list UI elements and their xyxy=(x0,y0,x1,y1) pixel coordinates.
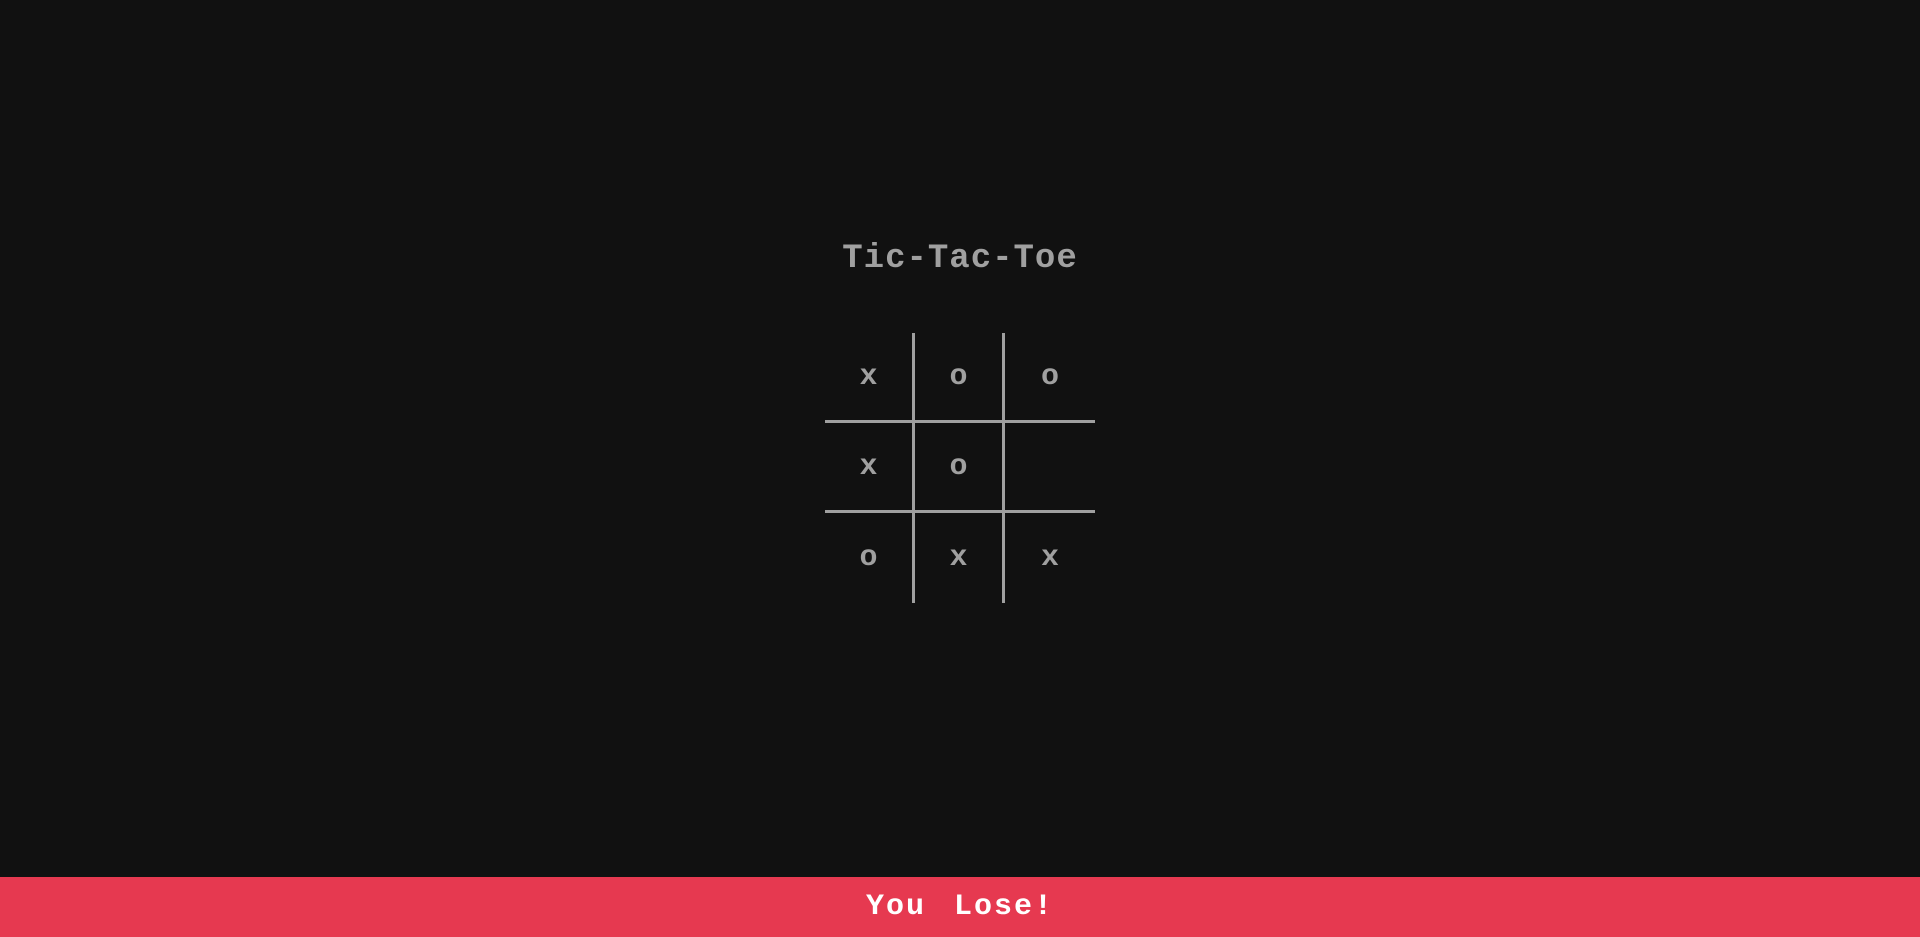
cell-0-0[interactable]: x xyxy=(825,333,915,423)
game-board: x o o x o o x x xyxy=(825,333,1095,603)
cell-2-2[interactable]: x xyxy=(1005,513,1095,603)
cell-2-1[interactable]: x xyxy=(915,513,1005,603)
status-bar: You Lose! xyxy=(0,877,1920,937)
cell-0-2[interactable]: o xyxy=(1005,333,1095,423)
cell-0-1[interactable]: o xyxy=(915,333,1005,423)
game-container: Tic-Tac-Toe x o o x o o x x xyxy=(825,240,1095,603)
cell-2-0[interactable]: o xyxy=(825,513,915,603)
cell-1-1[interactable]: o xyxy=(915,423,1005,513)
game-title: Tic-Tac-Toe xyxy=(842,240,1077,278)
cell-1-2[interactable] xyxy=(1005,423,1095,513)
status-message: You Lose! xyxy=(866,890,1054,924)
cell-1-0[interactable]: x xyxy=(825,423,915,513)
